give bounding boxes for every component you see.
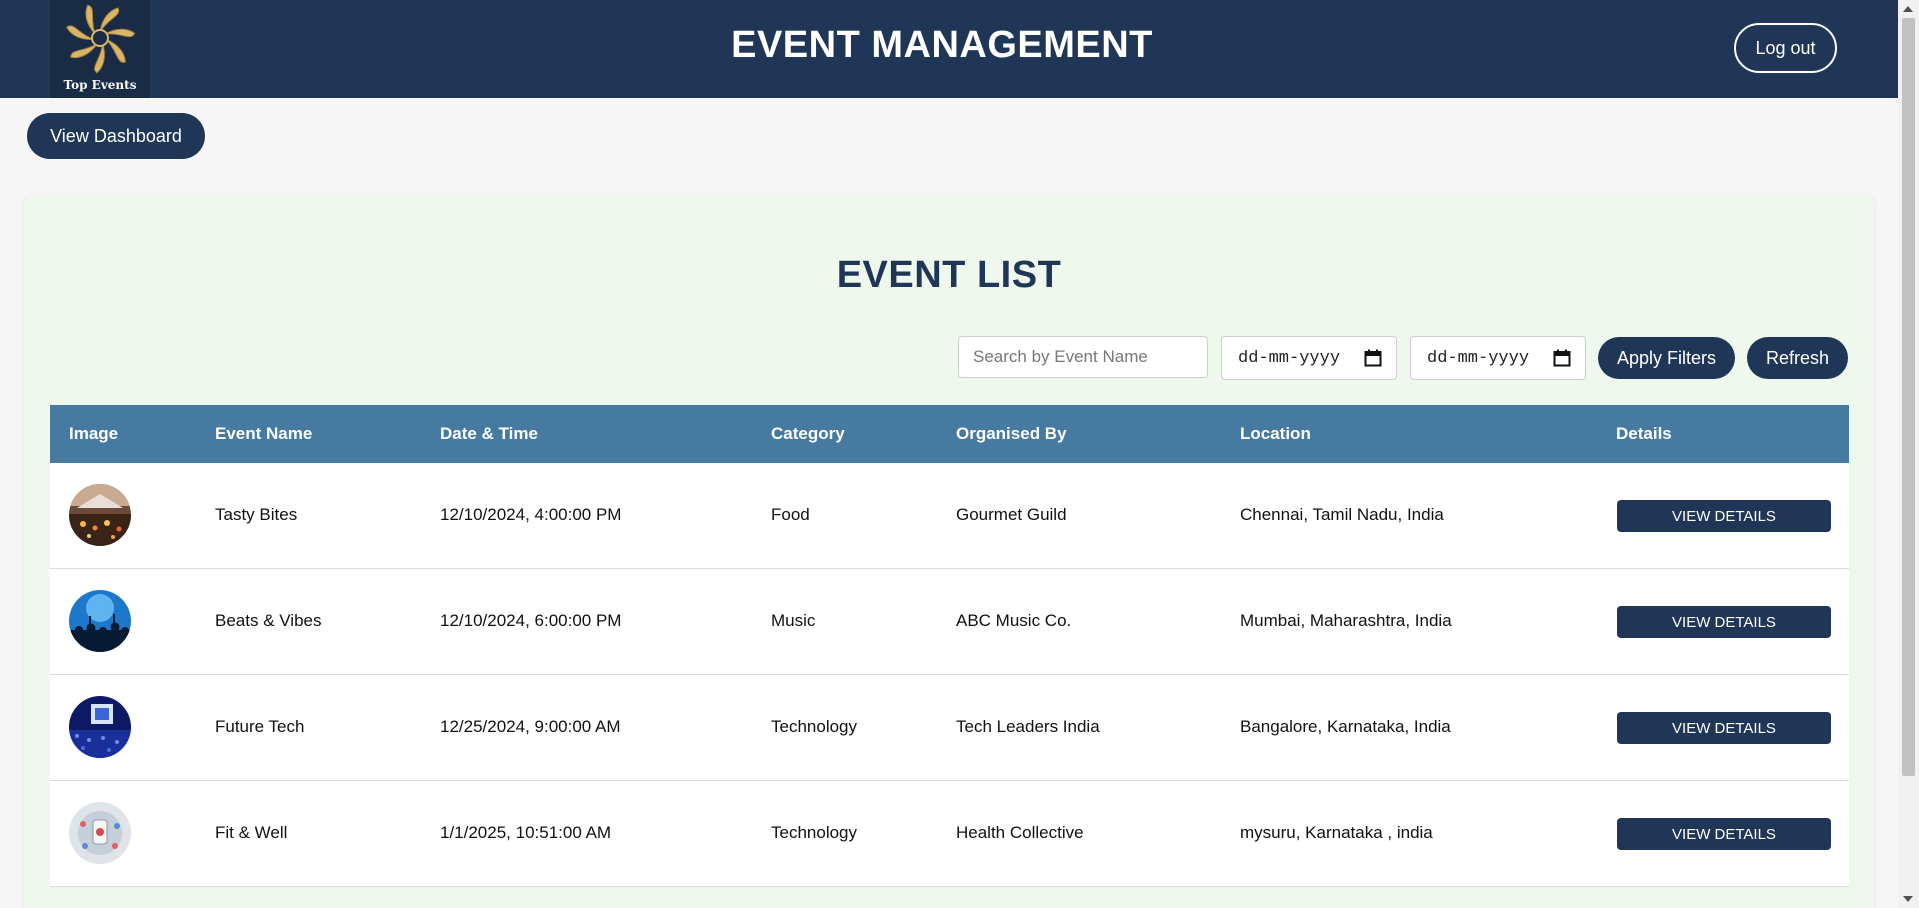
event-category: Food <box>771 505 810 524</box>
food-event-thumbnail <box>69 484 131 546</box>
event-list-panel: EVENT LIST dd-mm-yyyy dd-mm-yyyy Apply F… <box>24 194 1874 908</box>
event-name: Future Tech <box>215 717 305 736</box>
music-concert-thumbnail <box>69 590 131 652</box>
tech-conference-thumbnail <box>69 696 131 758</box>
scrollbar-thumb[interactable] <box>1902 18 1915 776</box>
calendar-icon[interactable] <box>1364 349 1382 367</box>
event-name: Beats & Vibes <box>215 611 322 630</box>
event-location: mysuru, Karnataka , india <box>1240 823 1433 842</box>
column-header-organised-by: Organised By <box>956 424 1067 443</box>
view-details-button[interactable]: VIEW DETAILS <box>1617 500 1831 532</box>
start-date-field[interactable]: dd-mm-yyyy <box>1221 336 1397 380</box>
event-datetime: 12/10/2024, 6:00:00 PM <box>440 611 622 630</box>
event-organiser: Tech Leaders India <box>956 717 1100 736</box>
events-table: Image Event Name Date & Time Category Or… <box>50 405 1849 887</box>
event-datetime: 12/10/2024, 4:00:00 PM <box>440 505 622 524</box>
view-dashboard-button[interactable]: View Dashboard <box>27 113 205 159</box>
page-title: EVENT MANAGEMENT <box>731 24 1153 66</box>
table-row: Future Tech 12/25/2024, 9:00:00 AM Techn… <box>50 675 1849 781</box>
column-header-details: Details <box>1616 424 1672 443</box>
column-header-date-time: Date & Time <box>440 424 538 443</box>
logo-text: Top Events <box>63 78 137 92</box>
event-datetime: 12/25/2024, 9:00:00 AM <box>440 717 621 736</box>
start-date-text: dd-mm-yyyy <box>1238 348 1341 368</box>
apply-filters-button[interactable]: Apply Filters <box>1598 337 1735 379</box>
end-date-text: dd-mm-yyyy <box>1427 348 1530 368</box>
event-category: Technology <box>771 717 858 736</box>
column-header-image: Image <box>69 424 119 443</box>
event-name: Fit & Well <box>215 823 288 842</box>
event-location: Bangalore, Karnataka, India <box>1240 717 1451 736</box>
column-header-event-name: Event Name <box>215 424 313 443</box>
table-row: Beats & Vibes 12/10/2024, 6:00:00 PM Mus… <box>50 569 1849 675</box>
top-header: Top Events EVENT MANAGEMENT Log out <box>0 0 1898 98</box>
end-date-field[interactable]: dd-mm-yyyy <box>1410 336 1586 380</box>
table-row: Tasty Bites 12/10/2024, 4:00:00 PM Food … <box>50 463 1849 569</box>
event-organiser: Gourmet Guild <box>956 505 1067 524</box>
column-header-location: Location <box>1240 424 1311 443</box>
event-list-title: EVENT LIST <box>836 254 1062 296</box>
event-location: Chennai, Tamil Nadu, India <box>1240 505 1444 524</box>
event-datetime: 1/1/2025, 10:51:00 AM <box>440 823 612 842</box>
view-details-button[interactable]: VIEW DETAILS <box>1617 818 1831 850</box>
refresh-button[interactable]: Refresh <box>1747 337 1848 379</box>
event-organiser: Health Collective <box>956 823 1084 842</box>
view-details-button[interactable]: VIEW DETAILS <box>1617 712 1831 744</box>
event-location: Mumbai, Maharashtra, India <box>1240 611 1452 630</box>
search-input[interactable] <box>958 336 1208 378</box>
event-category: Music <box>771 611 816 630</box>
app-viewport: Top Events EVENT MANAGEMENT Log out View… <box>0 0 1919 908</box>
logout-button[interactable]: Log out <box>1734 23 1837 73</box>
event-organiser: ABC Music Co. <box>956 611 1072 630</box>
scroll-up-arrow-icon[interactable] <box>1903 6 1913 12</box>
table-header-row: Image Event Name Date & Time Category Or… <box>50 405 1849 463</box>
scroll-down-arrow-icon[interactable] <box>1903 896 1913 902</box>
event-name: Tasty Bites <box>215 505 298 524</box>
event-category: Technology <box>771 823 858 842</box>
column-header-category: Category <box>771 424 845 443</box>
page-scrollbar[interactable] <box>1898 0 1919 908</box>
view-details-button[interactable]: VIEW DETAILS <box>1617 606 1831 638</box>
health-tech-thumbnail <box>69 802 131 864</box>
table-row: Fit & Well 1/1/2025, 10:51:00 AM Technol… <box>50 781 1849 887</box>
calendar-icon[interactable] <box>1553 349 1571 367</box>
